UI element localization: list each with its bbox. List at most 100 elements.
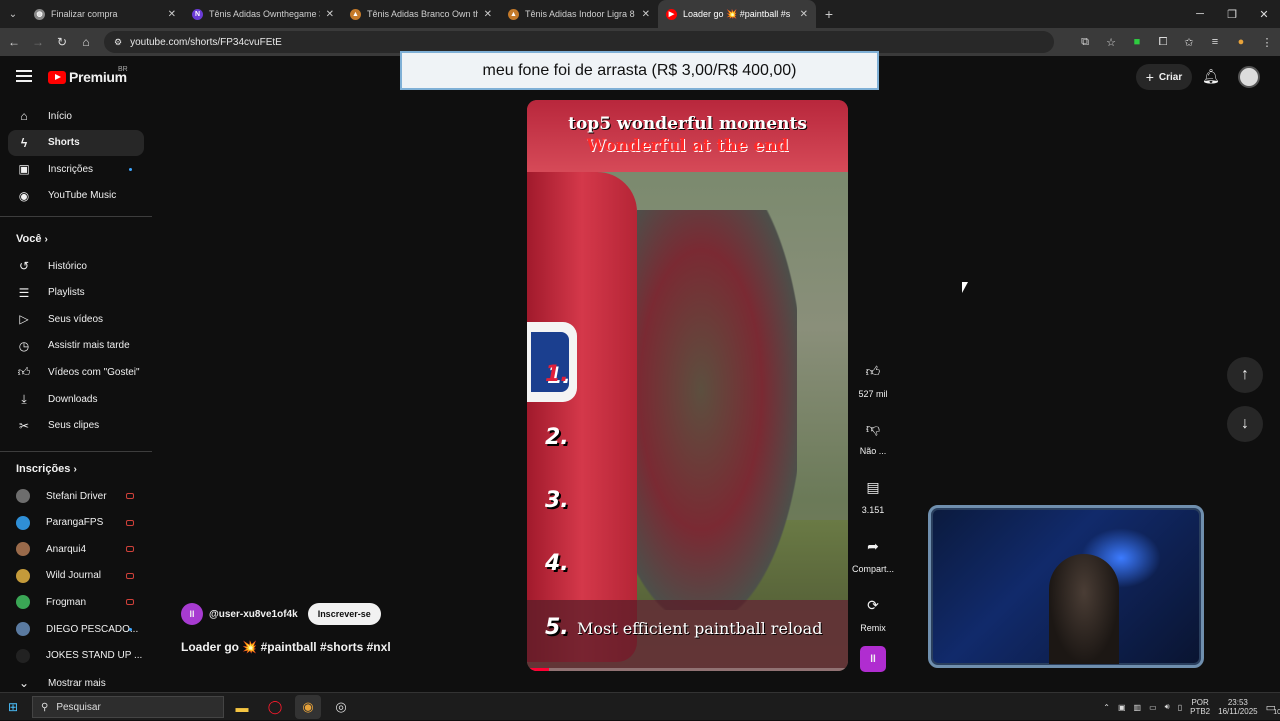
tab-search-button[interactable]: ⌄ — [0, 0, 26, 28]
browser-tab[interactable]: ▶ Loader go 💥 #paintball #s ✕ — [658, 0, 816, 28]
tab-close-icon[interactable]: ✕ — [800, 9, 808, 20]
forward-button[interactable]: → — [26, 28, 50, 56]
sidebar-item-label: Playlists — [48, 287, 85, 299]
sidebar-item[interactable]: Frogman — [8, 589, 144, 615]
share-icon: ➦ — [867, 537, 879, 554]
live-icon — [126, 599, 134, 606]
close-window-button[interactable]: ✕ — [1248, 0, 1280, 28]
file-explorer-icon[interactable]: ▬ — [229, 695, 255, 719]
browser-menu-icon[interactable]: ⋮ — [1254, 28, 1280, 56]
sidebar-item[interactable]: Anarqui4 — [8, 536, 144, 562]
sidebar-item[interactable]: ⤓ Downloads — [8, 386, 144, 412]
account-avatar[interactable] — [1238, 66, 1260, 88]
home-button[interactable]: ⌂ — [74, 28, 98, 56]
thumbs-down-icon: 👎︎ — [865, 419, 881, 436]
tab-close-icon[interactable]: ✕ — [642, 9, 650, 20]
notifications-bell-icon[interactable]: 🔔︎ — [1202, 68, 1220, 85]
sidebar-item[interactable]: ◷ Assistir mais tarde — [8, 333, 144, 359]
tray-overflow-icon[interactable]: ⌃ — [1099, 703, 1114, 712]
favorites-icon[interactable]: ✩ — [1176, 28, 1202, 56]
sidebar-item-label: Stefani Driver — [46, 490, 107, 502]
plus-icon: + — [1145, 69, 1154, 85]
app-icon[interactable]: ◎ — [328, 695, 354, 719]
donation-banner: meu fone foi de arrasta (R$ 3,00/R$ 400,… — [400, 51, 879, 90]
taskbar-search[interactable]: ⚲ Pesquisar — [32, 696, 224, 718]
sidebar-item[interactable]: ParangaFPS — [8, 510, 144, 536]
tab-close-icon[interactable]: ✕ — [326, 9, 334, 20]
browser-tab[interactable]: N Tênis Adidas Ownthegame 3.0 M ✕ — [184, 0, 342, 28]
sidebar-item[interactable]: JOKES STAND UP ... — [8, 643, 144, 669]
next-short-button[interactable]: ↓ — [1227, 406, 1263, 442]
previous-short-button[interactable]: ↑ — [1227, 357, 1263, 393]
windows-start-icon[interactable]: ⊞ — [8, 700, 18, 714]
sidebar-item[interactable]: ✂ Seus clipes — [8, 413, 144, 439]
sidebar-item[interactable]: ▣ Inscrições — [8, 156, 144, 182]
address-bar[interactable]: ⚙ youtube.com/shorts/FP34cvuFEtE — [104, 31, 1054, 53]
short-video-player[interactable]: top5 wonderful moments Wonderful at the … — [527, 100, 848, 671]
sidebar-item[interactable]: Stefani Driver — [8, 483, 144, 509]
short-title: Loader go 💥 #paintball #shorts #nxl — [181, 640, 391, 654]
sidebar-item[interactable]: ☰ Playlists — [8, 280, 144, 306]
language-indicator[interactable]: POR PTB2 — [1186, 698, 1214, 716]
extensions-icon[interactable]: ⧠ — [1150, 28, 1176, 56]
app-tray-icon[interactable]: ▥ — [1130, 703, 1146, 712]
media-control-icon[interactable]: ≡ — [1202, 28, 1228, 56]
sidebar-item-label: Seus vídeos — [48, 313, 104, 325]
site-info-icon[interactable]: ⚙ — [114, 37, 122, 48]
live-icon — [126, 493, 134, 499]
pause-button[interactable]: ll — [860, 646, 886, 672]
opera-icon[interactable]: ◯ — [262, 695, 288, 719]
comments-button[interactable]: ▤ 3.151 — [848, 471, 898, 516]
youtube-premium-logo[interactable]: Premium BR — [48, 66, 128, 85]
bookmark-star-icon[interactable]: ☆ — [1098, 28, 1124, 56]
video-progress-bar[interactable] — [527, 668, 848, 671]
lang-code: POR — [1191, 698, 1209, 707]
tab-close-icon[interactable]: ✕ — [168, 9, 176, 20]
restore-button[interactable]: ❐ — [1216, 0, 1248, 28]
battery-icon[interactable]: ▯ — [1174, 703, 1186, 712]
sidebar-item[interactable]: ⌂ Início — [8, 103, 144, 129]
sidebar-item-label: Wild Journal — [46, 570, 102, 582]
install-app-icon[interactable]: ⧉ — [1072, 28, 1098, 56]
sidebar-item[interactable]: ◉ YouTube Music — [8, 183, 144, 209]
create-button[interactable]: + Criar — [1136, 64, 1192, 90]
minimize-button[interactable]: ─ — [1184, 0, 1216, 28]
you-section-heading[interactable]: Você › — [16, 233, 48, 245]
sidebar-item[interactable]: 👍︎ Vídeos com "Gostei" — [8, 359, 144, 385]
tab-title: Loader go 💥 #paintball #s — [683, 8, 791, 19]
subscriptions-section-heading[interactable]: Inscrições › — [16, 463, 77, 475]
extension-green-icon[interactable]: ■ — [1124, 28, 1150, 56]
browser-tab[interactable]: ▲ Tênis Adidas Branco Own the G ✕ — [342, 0, 500, 28]
discord-tray-icon[interactable]: ▣ — [1114, 703, 1130, 712]
sidebar-item[interactable]: DIEGO PESCADO... — [8, 616, 144, 642]
subscribe-button[interactable]: Inscrever-se — [307, 603, 381, 625]
chrome-icon[interactable]: ◉ — [295, 695, 321, 719]
channel-avatar[interactable]: ll — [181, 603, 203, 625]
remix-button[interactable]: ⟳ Remix — [848, 589, 898, 634]
sidebar-item[interactable]: Wild Journal — [8, 563, 144, 589]
tab-close-icon[interactable]: ✕ — [484, 9, 492, 20]
browser-tab-strip: ⌄ ◍ Finalizar compra ✕ N Tênis Adidas Ownthe… — [0, 0, 1280, 28]
back-button[interactable]: ← — [2, 28, 26, 56]
volume-icon[interactable]: 🔊︎ — [1161, 702, 1174, 712]
reload-button[interactable]: ↻ — [50, 28, 74, 56]
sidebar-item[interactable]: ▷ Seus vídeos — [8, 306, 144, 332]
profile-icon[interactable]: ● — [1228, 28, 1254, 56]
sidebar-item[interactable]: ↺ Histórico — [8, 253, 144, 279]
overlay-title-2: Wonderful at the end — [586, 136, 789, 156]
sidebar-divider — [0, 216, 152, 217]
like-button[interactable]: 👍︎ 527 mil — [848, 355, 898, 400]
new-tab-button[interactable]: + — [816, 6, 842, 22]
clock[interactable]: 23:53 16/11/2025 — [1214, 698, 1261, 716]
channel-name[interactable]: @user-xu8ve1of4k — [209, 609, 298, 620]
dislike-button[interactable]: 👎︎ Não ... — [848, 412, 898, 457]
search-icon: ⚲ — [41, 701, 49, 713]
share-button[interactable]: ➦ Compart... — [848, 530, 898, 575]
browser-tab[interactable]: ◍ Finalizar compra ✕ — [26, 0, 184, 28]
guide-menu-icon[interactable] — [16, 70, 32, 82]
rank-number-5: 5. — [545, 615, 569, 640]
notifications-icon[interactable]: ▭ 10 — [1262, 701, 1280, 716]
network-icon[interactable]: ▭ — [1145, 703, 1161, 712]
sidebar-item[interactable]: ϟ Shorts — [8, 129, 144, 156]
browser-tab[interactable]: ▲ Tênis Adidas Indoor Ligra 8 Ma ✕ — [500, 0, 658, 28]
